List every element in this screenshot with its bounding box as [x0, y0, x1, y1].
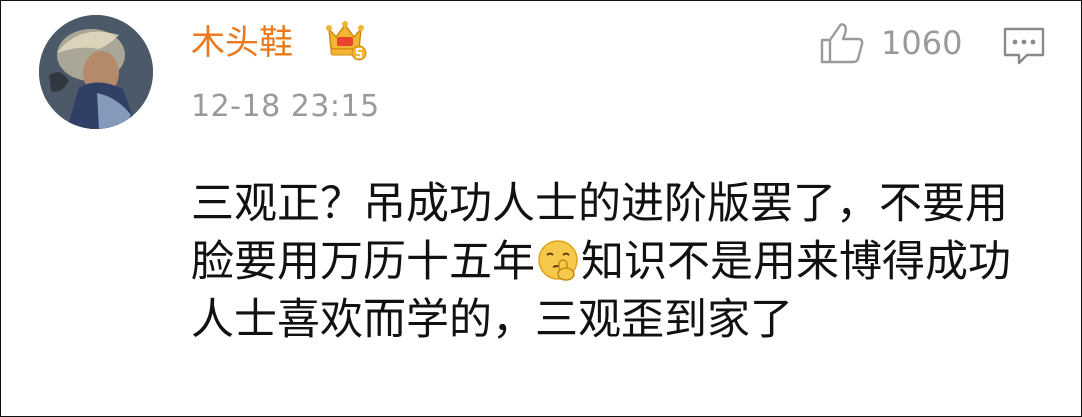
- comment-bubble-icon[interactable]: [1001, 23, 1047, 67]
- thumbs-up-icon: [820, 23, 864, 64]
- comment-timestamp: 12-18 23:15: [191, 89, 380, 124]
- comment-body: 三观正？吊成功人士的进阶版罢了，不要用脸要用万历十五年 知识不是用来博得成功人士喜…: [191, 175, 1031, 349]
- like-count: 1060: [881, 24, 963, 62]
- shush-face-emoji: [536, 238, 580, 282]
- comment-card: 木头鞋 12-18 23:15 1060 三观正？吊成功人士的进阶版罢了，不要用…: [0, 0, 1082, 417]
- username[interactable]: 木头鞋: [191, 21, 293, 65]
- like-button[interactable]: 1060: [819, 21, 962, 65]
- crown-badge-icon: [326, 21, 367, 61]
- avatar-image: [39, 15, 153, 129]
- avatar[interactable]: [39, 15, 153, 129]
